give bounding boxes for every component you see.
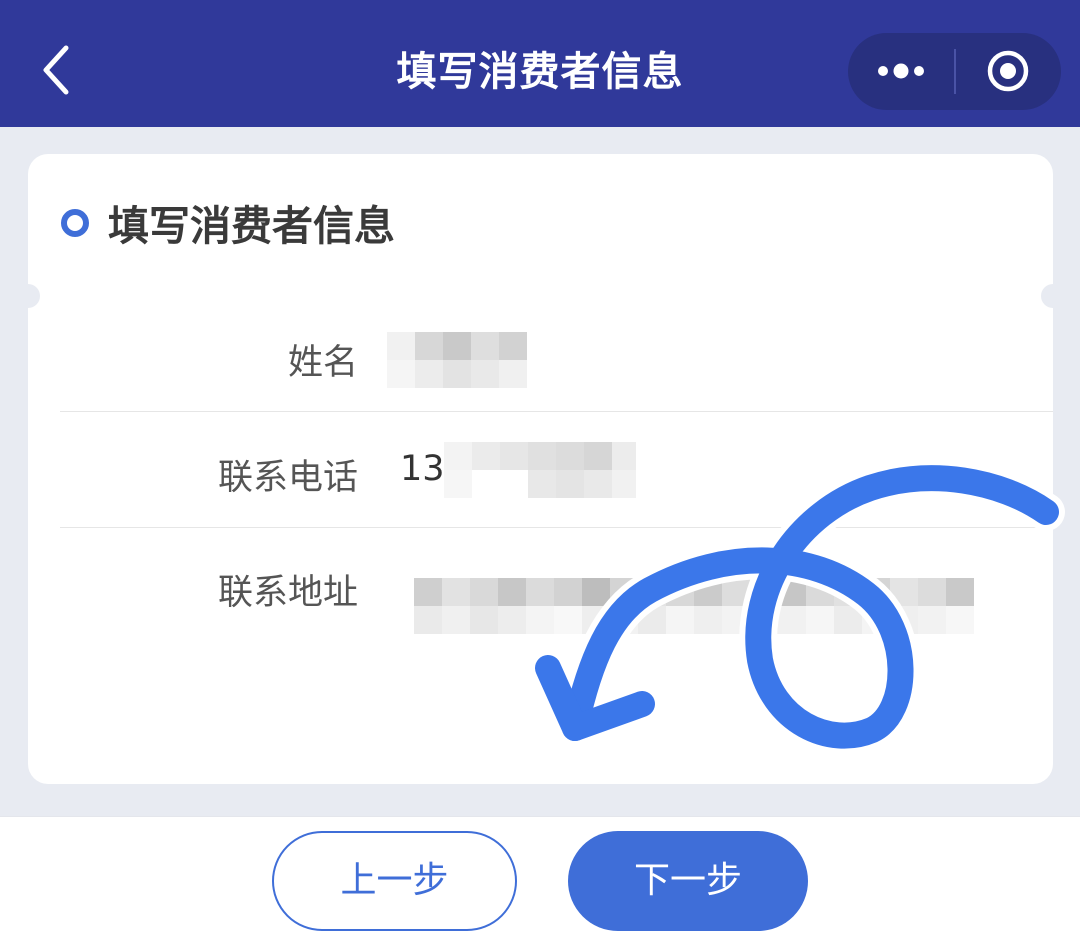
more-button[interactable] [848, 33, 954, 110]
name-redaction-mosaic [387, 332, 527, 388]
consumer-info-card: 填写消费者信息 姓名 联系电话 13 联系地址 [16, 154, 1065, 784]
section-title: 填写消费者信息 [108, 202, 395, 250]
chevron-left-icon [43, 45, 69, 95]
next-step-button[interactable]: 下一步 [568, 831, 808, 931]
phone-redaction-mosaic [444, 442, 636, 498]
address-label: 联系地址 [217, 573, 358, 613]
phone-value[interactable]: 13 [400, 449, 445, 489]
close-mini-program-button[interactable] [956, 33, 1061, 110]
target-circle-icon [987, 50, 1029, 92]
navigation-bar: 填写消费者信息 [0, 0, 1080, 127]
card-notch-right [1041, 284, 1065, 308]
mini-program-capsule [848, 33, 1061, 110]
footer-bar: 上一步 下一步 [0, 816, 1080, 944]
section-marker-icon [61, 209, 89, 237]
row-divider [60, 527, 1053, 528]
more-dots-icon [878, 63, 924, 79]
name-label: 姓名 [287, 343, 358, 383]
row-divider [60, 411, 1053, 412]
previous-step-button[interactable]: 上一步 [272, 831, 517, 931]
phone-label: 联系电话 [217, 458, 358, 498]
back-button[interactable] [30, 40, 90, 100]
card-notch-left [16, 284, 40, 308]
address-redaction-mosaic [414, 578, 994, 634]
